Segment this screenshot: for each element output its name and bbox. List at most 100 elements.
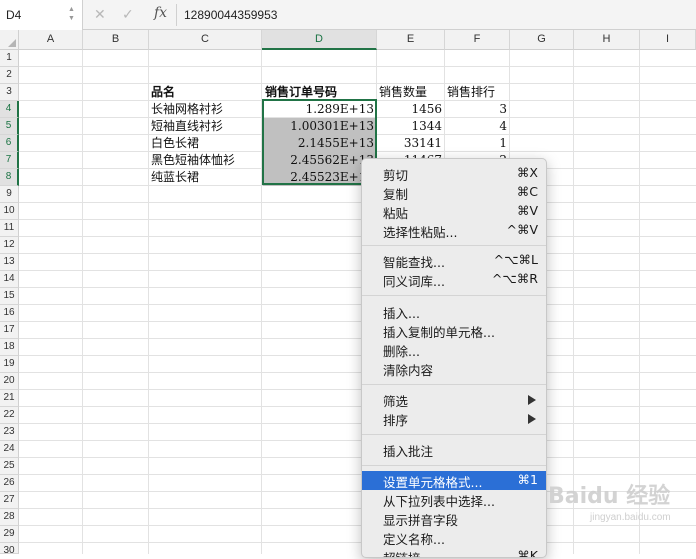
menu-separator xyxy=(362,384,546,385)
row-header-1[interactable]: 1 xyxy=(0,50,19,67)
grid-line xyxy=(19,202,696,203)
menu-item-label: 插入... xyxy=(383,306,420,321)
table-cell-rank[interactable]: 1 xyxy=(445,135,510,152)
menu-item-filter[interactable]: 筛选 xyxy=(362,390,546,409)
row-header-6[interactable]: 6 xyxy=(0,135,19,152)
row-header-16[interactable]: 16 xyxy=(0,305,19,322)
row-header-20[interactable]: 20 xyxy=(0,373,19,390)
menu-item-insert[interactable]: 插入... xyxy=(362,302,546,321)
table-cell-product[interactable]: 长袖网格衬衫 xyxy=(151,101,261,118)
column-header-c[interactable]: C xyxy=(149,30,262,50)
menu-item-label: 显示拼音字段 xyxy=(383,513,459,528)
menu-item-hyperlink[interactable]: 超链接... ⌘K xyxy=(362,547,546,557)
row-header-12[interactable]: 12 xyxy=(0,237,19,254)
menu-item-paste-special[interactable]: 选择性粘贴... ^⌘V xyxy=(362,221,546,240)
menu-item-shortcut: ^⌘V xyxy=(506,222,538,237)
name-box-stepper-icon[interactable]: ▲ ▼ xyxy=(68,5,75,23)
column-header-e[interactable]: E xyxy=(377,30,445,50)
grid-line xyxy=(19,440,696,441)
menu-item-insert-comment[interactable]: 插入批注 xyxy=(362,440,546,459)
grid-line xyxy=(19,406,696,407)
row-header-7[interactable]: 7 xyxy=(0,152,19,169)
grid-line xyxy=(148,50,149,554)
name-box[interactable]: D4 ▲ ▼ xyxy=(0,0,83,30)
table-cell-quantity[interactable]: 1344 xyxy=(377,118,445,135)
row-header-5[interactable]: 5 xyxy=(0,118,19,135)
grid-line xyxy=(19,474,696,475)
row-header-28[interactable]: 28 xyxy=(0,509,19,526)
grid-line xyxy=(19,321,696,322)
grid-line xyxy=(19,66,696,67)
table-cell-product[interactable]: 纯蓝长裙 xyxy=(151,169,261,186)
row-header-30[interactable]: 30 xyxy=(0,543,19,556)
column-header-a[interactable]: A xyxy=(19,30,83,50)
grid-line xyxy=(19,236,696,237)
row-header-29[interactable]: 29 xyxy=(0,526,19,543)
row-header-26[interactable]: 26 xyxy=(0,475,19,492)
grid-line xyxy=(19,253,696,254)
row-header-18[interactable]: 18 xyxy=(0,339,19,356)
menu-item-delete[interactable]: 删除... xyxy=(362,340,546,359)
row-header-4[interactable]: 4 xyxy=(0,101,19,118)
grid-line xyxy=(19,457,696,458)
row-header-10[interactable]: 10 xyxy=(0,203,19,220)
row-header-25[interactable]: 25 xyxy=(0,458,19,475)
row-header-21[interactable]: 21 xyxy=(0,390,19,407)
column-header-i[interactable]: I xyxy=(640,30,696,50)
column-header-g[interactable]: G xyxy=(510,30,574,50)
cancel-icon[interactable]: ✕ xyxy=(94,6,106,23)
menu-item-cut[interactable]: 剪切 ⌘X xyxy=(362,164,546,183)
table-cell-quantity[interactable]: 33141 xyxy=(377,135,445,152)
row-header-8[interactable]: 8 xyxy=(0,169,19,186)
table-cell-product[interactable]: 黑色短袖体恤衫 xyxy=(151,152,261,169)
row-header-15[interactable]: 15 xyxy=(0,288,19,305)
menu-item-label: 同义词库... xyxy=(383,274,445,289)
row-header-17[interactable]: 17 xyxy=(0,322,19,339)
name-box-value: D4 xyxy=(6,8,22,22)
row-header-9[interactable]: 9 xyxy=(0,186,19,203)
formula-input[interactable]: 12890044359953 xyxy=(184,8,277,22)
table-cell-product[interactable]: 短袖直线衬衫 xyxy=(151,118,261,135)
table-cell-rank[interactable]: 3 xyxy=(445,101,510,118)
row-header-3[interactable]: 3 xyxy=(0,84,19,101)
column-header-h[interactable]: H xyxy=(574,30,640,50)
row-header-24[interactable]: 24 xyxy=(0,441,19,458)
menu-item-smart-lookup[interactable]: 智能查找... ^⌥⌘L xyxy=(362,251,546,270)
submenu-arrow-icon xyxy=(528,414,536,424)
column-header-d[interactable]: D xyxy=(262,30,377,50)
row-header-23[interactable]: 23 xyxy=(0,424,19,441)
table-cell-rank[interactable]: 4 xyxy=(445,118,510,135)
menu-item-sort[interactable]: 排序 xyxy=(362,409,546,428)
header-cell-quantity[interactable]: 销售数量 xyxy=(379,84,444,101)
menu-item-label: 剪切 xyxy=(383,168,409,183)
menu-item-thesaurus[interactable]: 同义词库... ^⌥⌘R xyxy=(362,270,546,289)
menu-item-copy[interactable]: 复制 ⌘C xyxy=(362,183,546,202)
formula-bar: D4 ▲ ▼ ✕ ✓ fx 12890044359953 xyxy=(0,0,696,30)
header-cell-product[interactable]: 品名 xyxy=(151,84,261,101)
menu-item-label: 从下拉列表中选择... xyxy=(383,494,495,509)
row-header-19[interactable]: 19 xyxy=(0,356,19,373)
row-header-22[interactable]: 22 xyxy=(0,407,19,424)
enter-icon[interactable]: ✓ xyxy=(122,6,134,23)
menu-item-show-phonetic[interactable]: 显示拼音字段 xyxy=(362,509,546,528)
menu-item-insert-copied-cells[interactable]: 插入复制的单元格... xyxy=(362,321,546,340)
table-cell-quantity[interactable]: 1456 xyxy=(377,101,445,118)
header-cell-rank[interactable]: 销售排行 xyxy=(447,84,509,101)
row-header-27[interactable]: 27 xyxy=(0,492,19,509)
grid-line xyxy=(19,338,696,339)
insert-function-icon[interactable]: fx xyxy=(154,5,167,21)
menu-item-format-cells[interactable]: 设置单元格格式... ⌘1 xyxy=(362,471,546,490)
menu-item-pick-from-list[interactable]: 从下拉列表中选择... xyxy=(362,490,546,509)
select-all-corner[interactable] xyxy=(0,30,19,50)
row-header-13[interactable]: 13 xyxy=(0,254,19,271)
menu-item-paste[interactable]: 粘贴 ⌘V xyxy=(362,202,546,221)
grid-line xyxy=(19,219,696,220)
row-header-14[interactable]: 14 xyxy=(0,271,19,288)
menu-item-clear-contents[interactable]: 清除内容 xyxy=(362,359,546,378)
row-header-11[interactable]: 11 xyxy=(0,220,19,237)
table-cell-product[interactable]: 白色长裙 xyxy=(151,135,261,152)
column-header-b[interactable]: B xyxy=(83,30,149,50)
row-header-2[interactable]: 2 xyxy=(0,67,19,84)
menu-item-define-name[interactable]: 定义名称... xyxy=(362,528,546,547)
column-header-f[interactable]: F xyxy=(445,30,510,50)
